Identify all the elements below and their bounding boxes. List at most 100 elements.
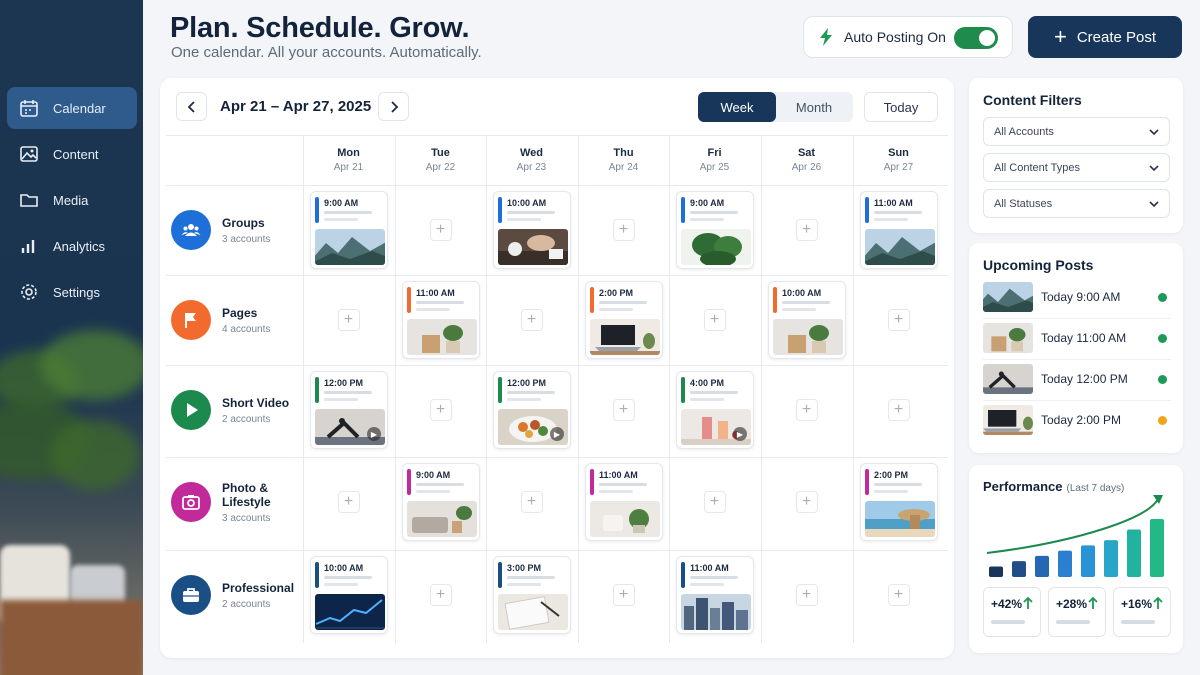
prev-week-button[interactable] — [176, 92, 207, 121]
account-row-label[interactable]: Photo & Lifestyle 3 accounts — [166, 457, 303, 547]
lightning-icon — [820, 28, 832, 46]
view-switcher: Week Month — [698, 92, 853, 122]
scheduled-post-card[interactable]: 4:00 PM ▶ — [676, 371, 754, 449]
add-post-slot[interactable]: + — [612, 399, 635, 421]
bar-chart-icon — [19, 236, 53, 256]
day-name: Sun — [888, 147, 909, 159]
post-text-placeholder — [874, 211, 922, 214]
filter-value: All Accounts — [994, 125, 1054, 138]
sidebar-item-settings[interactable]: Settings — [7, 271, 137, 313]
add-post-slot[interactable]: + — [520, 491, 543, 513]
post-color-bar — [681, 562, 685, 588]
performance-stat: +28% — [1048, 587, 1106, 637]
scheduled-post-card[interactable]: 11:00 AM — [585, 463, 663, 541]
sidebar-item-label: Calendar — [53, 100, 106, 116]
scheduled-post-card[interactable]: 10:00 AM — [493, 191, 571, 269]
add-post-slot[interactable]: + — [429, 219, 452, 241]
scheduled-post-card[interactable]: 2:00 PM — [585, 281, 663, 359]
scheduled-post-card[interactable]: 11:00 AM — [676, 556, 754, 634]
post-text-placeholder — [690, 398, 724, 401]
account-group-name: Pages — [222, 305, 258, 320]
scheduled-post-card[interactable]: 2:00 PM — [860, 463, 938, 541]
chevron-down-icon — [1149, 201, 1159, 208]
scheduled-post-card[interactable]: 10:00 AM — [310, 556, 388, 634]
add-post-slot[interactable]: + — [337, 491, 360, 513]
account-row-label[interactable]: Pages 4 accounts — [166, 275, 303, 365]
add-post-slot[interactable]: + — [795, 491, 818, 513]
add-post-slot[interactable]: + — [429, 584, 452, 606]
day-date: Apr 23 — [516, 162, 547, 173]
scheduled-post-card[interactable]: 9:00 AM — [310, 191, 388, 269]
stat-bar — [1056, 620, 1090, 624]
post-thumbnail — [315, 229, 385, 265]
next-week-button[interactable] — [378, 92, 409, 121]
add-post-slot[interactable]: + — [887, 584, 910, 606]
add-post-slot[interactable]: + — [795, 584, 818, 606]
chevron-right-icon — [390, 100, 398, 113]
scheduled-post-card[interactable]: 12:00 PM ▶ — [493, 371, 571, 449]
upcoming-post-item[interactable]: Today 11:00 AM — [983, 319, 1171, 357]
scheduled-post-card[interactable]: 10:00 AM — [768, 281, 846, 359]
add-post-slot[interactable]: + — [337, 309, 360, 331]
add-post-slot[interactable]: + — [703, 491, 726, 513]
filter-dropdown[interactable]: All Content Types — [983, 153, 1170, 182]
post-time: 9:00 AM — [416, 470, 451, 480]
performance-title: Performance (Last 7 days) — [983, 479, 1124, 494]
account-group-name: Short Video — [222, 395, 290, 410]
arrow-up-icon — [1023, 596, 1033, 609]
post-text-placeholder — [690, 583, 724, 586]
add-post-slot[interactable]: + — [795, 399, 818, 421]
scheduled-post-card[interactable]: 11:00 AM — [402, 281, 480, 359]
add-post-slot[interactable]: + — [887, 399, 910, 421]
add-post-slot[interactable]: + — [612, 584, 635, 606]
today-button[interactable]: Today — [864, 92, 938, 122]
sidebar-item-analytics[interactable]: Analytics — [7, 225, 137, 267]
upcoming-post-item[interactable]: Today 9:00 AM — [983, 278, 1171, 316]
scheduled-post-card[interactable]: 12:00 PM ▶ — [310, 371, 388, 449]
scheduled-post-card[interactable]: 11:00 AM — [860, 191, 938, 269]
auto-posting-control: Auto Posting On — [803, 16, 1013, 58]
performance-bar — [1035, 555, 1049, 577]
post-text-placeholder — [416, 483, 464, 486]
filter-dropdown[interactable]: All Accounts — [983, 117, 1170, 146]
scheduled-post-card[interactable]: 9:00 AM — [676, 191, 754, 269]
filters-title: Content Filters — [983, 92, 1082, 108]
add-post-slot[interactable]: + — [612, 219, 635, 241]
account-row-label[interactable]: Short Video 2 accounts — [166, 365, 303, 455]
day-header: Sat Apr 26 — [761, 147, 852, 173]
scheduled-post-card[interactable]: 3:00 PM — [493, 556, 571, 634]
upcoming-post-item[interactable]: Today 2:00 PM — [983, 401, 1171, 439]
add-post-slot[interactable]: + — [520, 309, 543, 331]
sidebar-item-calendar[interactable]: Calendar — [7, 87, 137, 129]
view-week-tab[interactable]: Week — [698, 92, 776, 122]
post-text-placeholder — [507, 391, 555, 394]
day-date: Apr 25 — [699, 162, 730, 173]
day-date: Apr 26 — [791, 162, 822, 173]
post-text-placeholder — [599, 308, 633, 311]
post-text-placeholder — [782, 308, 816, 311]
auto-posting-toggle[interactable] — [954, 27, 998, 49]
image-icon — [19, 144, 53, 164]
upcoming-post-item[interactable]: Today 12:00 PM — [983, 360, 1171, 398]
account-row-label[interactable]: Professional 2 accounts — [166, 550, 303, 640]
sidebar-item-content[interactable]: Content — [7, 133, 137, 175]
create-post-button[interactable]: + Create Post — [1028, 16, 1182, 58]
gear-icon — [19, 282, 53, 302]
add-post-slot[interactable]: + — [795, 219, 818, 241]
scheduled-post-card[interactable]: 9:00 AM — [402, 463, 480, 541]
post-text-placeholder — [599, 490, 633, 493]
add-post-slot[interactable]: + — [429, 399, 452, 421]
add-post-slot[interactable]: + — [703, 309, 726, 331]
add-post-slot[interactable]: + — [887, 309, 910, 331]
briefcase-icon — [171, 575, 211, 615]
post-text-placeholder — [690, 576, 738, 579]
filter-dropdown[interactable]: All Statuses — [983, 189, 1170, 218]
account-row-label[interactable]: Groups 3 accounts — [166, 185, 303, 275]
post-time: 12:00 PM — [507, 378, 547, 388]
view-month-tab[interactable]: Month — [775, 92, 853, 122]
account-count: 2 accounts — [222, 413, 271, 425]
post-color-bar — [498, 197, 502, 223]
sidebar-item-media[interactable]: Media — [7, 179, 137, 221]
post-time: 11:00 AM — [416, 288, 455, 298]
day-name: Mon — [337, 147, 360, 159]
